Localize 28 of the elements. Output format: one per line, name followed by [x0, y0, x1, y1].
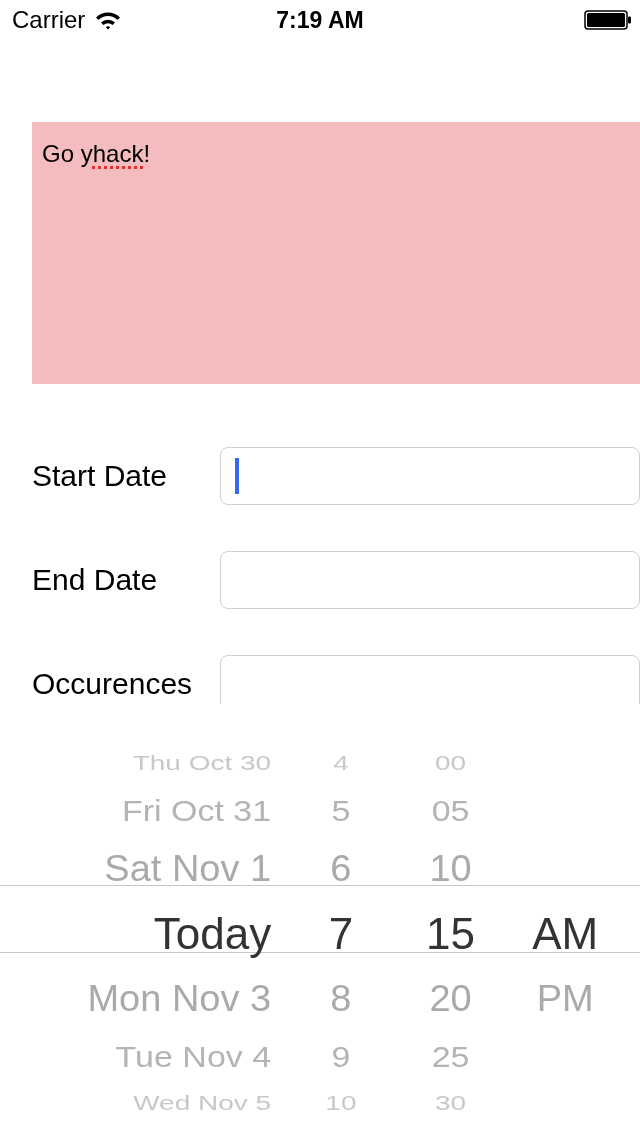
picker-item[interactable]: 20	[410, 978, 491, 1020]
picker-item[interactable]: Fri Oct 31	[0, 794, 272, 828]
picker-item[interactable]: 10	[410, 848, 491, 890]
picker-item[interactable]: AM	[490, 909, 640, 959]
picker-item[interactable]: PM	[490, 978, 640, 1020]
clock-time: 7:19 AM	[276, 6, 364, 34]
carrier-name: Carrier	[12, 6, 86, 34]
field-label: Occurences	[32, 667, 194, 701]
picker-item[interactable]: Sat Nov 1	[0, 848, 272, 890]
picker-item[interactable]: 9	[271, 1040, 411, 1074]
text-view[interactable]: Go yhack!	[32, 122, 640, 384]
picker-item[interactable]: 25	[410, 1040, 491, 1074]
picker-item[interactable]: Mon Nov 3	[0, 978, 272, 1020]
picker-item[interactable]: Today	[0, 909, 272, 959]
input-field[interactable]	[220, 655, 640, 704]
picker-item[interactable]: 5	[271, 794, 411, 828]
picker-item[interactable]: 7	[271, 909, 411, 959]
picker-item[interactable]: Tue Nov 4	[0, 1040, 272, 1074]
picker-item[interactable]: 8	[271, 978, 411, 1020]
input-field[interactable]	[220, 551, 640, 609]
picker-item[interactable]: 05	[410, 794, 491, 828]
picker-item[interactable]: 15	[410, 909, 491, 959]
wifi-icon	[95, 10, 122, 30]
battery-icon	[584, 10, 632, 30]
field-label: End Date	[32, 563, 159, 597]
picker-item[interactable]: 6	[271, 848, 411, 890]
field-label: Start Date	[32, 459, 169, 493]
input-field[interactable]	[220, 447, 640, 505]
